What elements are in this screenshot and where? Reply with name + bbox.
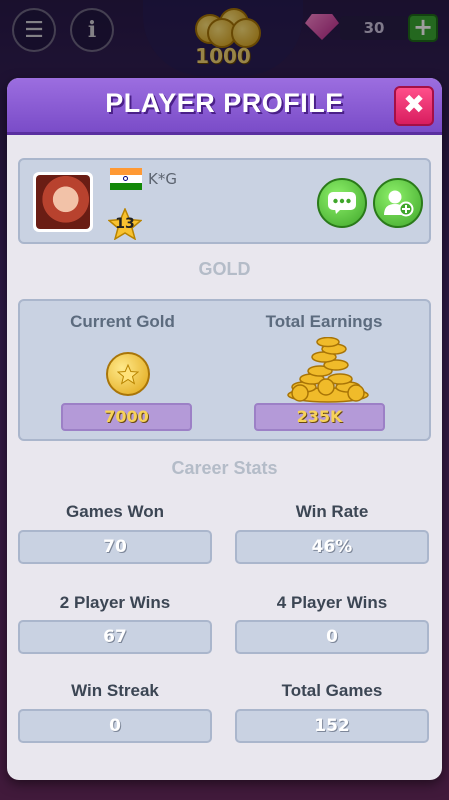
games-won-label: Games Won: [66, 502, 164, 521]
avatar[interactable]: [33, 172, 93, 232]
current-gold-value: 7000: [61, 403, 192, 431]
career-stats-title: Career Stats: [171, 458, 278, 478]
current-gold-label: Current Gold: [70, 312, 175, 331]
gold-section-title: GOLD: [198, 259, 251, 279]
win-streak-value: 0: [18, 709, 212, 743]
close-button[interactable]: ✖: [394, 86, 434, 126]
total-earnings-label: Total Earnings: [265, 312, 383, 331]
total-games-value: 152: [235, 709, 429, 743]
level-badge: 13: [108, 208, 142, 240]
gold-panel: Current Gold 7000 Total Earnings 235K: [18, 299, 431, 441]
add-friend-icon: [384, 190, 414, 217]
two-player-wins-label: 2 Player Wins: [59, 593, 171, 612]
total-earnings-value: 235K: [254, 403, 385, 431]
player-name: K*G: [148, 170, 177, 188]
profile-panel: K*G 13: [18, 158, 431, 244]
player-level: 13: [115, 216, 135, 232]
chat-icon: [328, 192, 356, 214]
close-icon: ✖: [403, 90, 425, 120]
coin-star-icon: [117, 363, 139, 385]
win-rate-value: 46%: [235, 530, 429, 564]
games-won-value: 70: [18, 530, 212, 564]
coin-icon: [106, 352, 150, 396]
add-friend-button[interactable]: [373, 178, 423, 228]
two-player-wins-value: 67: [18, 620, 212, 654]
win-rate-label: Win Rate: [295, 502, 369, 521]
chat-button[interactable]: [317, 178, 367, 228]
four-player-wins-label: 4 Player Wins: [276, 593, 388, 612]
total-games-label: Total Games: [281, 681, 383, 700]
avatar-image: [36, 175, 90, 229]
win-streak-label: Win Streak: [71, 681, 159, 700]
india-flag-icon: [110, 168, 142, 190]
coin-pile-icon: [287, 337, 369, 403]
dialog-title: PLAYER PROFILE: [105, 88, 344, 118]
four-player-wins-value: 0: [235, 620, 429, 654]
dialog-header: PLAYER PROFILE ✖: [7, 78, 442, 135]
player-profile-dialog: PLAYER PROFILE ✖ K*G 13 GOLD Current Gol…: [7, 78, 442, 780]
